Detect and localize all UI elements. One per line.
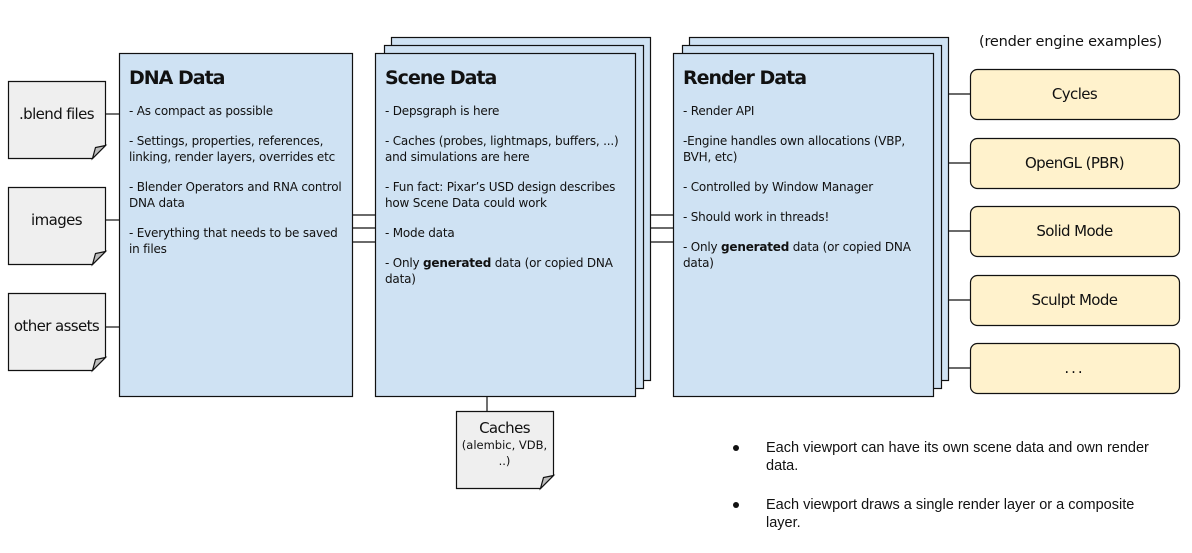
dna-item: - Everything that needs to be saved in f… — [129, 226, 338, 256]
dna-item: - Settings, properties, references, link… — [129, 134, 335, 164]
notes-list: Each viewport can have its own scene dat… — [730, 439, 1150, 553]
note-item: Each viewport draws a single render laye… — [730, 496, 1150, 532]
render-item: -Engine handles own allocations (VBP, BV… — [683, 134, 905, 164]
dna-item: - As compact as possible — [129, 104, 273, 118]
render-title: Render Data — [683, 67, 807, 89]
scene-item: - Caches (probes, lightmaps, buffers, ..… — [385, 134, 619, 164]
note-text: Each viewport draws a single render laye… — [766, 497, 1135, 531]
caches-document: Caches (alembic, VDB, ..) — [456, 419, 553, 469]
caches-subtitle: (alembic, VDB, ..) — [461, 438, 548, 468]
input-images: images — [31, 211, 83, 229]
bold-text: generated — [721, 240, 790, 254]
input-other-assets: other assets — [13, 317, 100, 335]
engine-cycles: Cycles — [1051, 85, 1098, 103]
dna-data-panel: DNA Data - As compact as possible - Sett… — [119, 57, 352, 281]
text: - Only — [385, 256, 424, 270]
engine-more: ... — [1064, 359, 1085, 377]
text: - Only — [683, 240, 722, 254]
render-item: - Render API — [683, 104, 755, 118]
engine-solid-mode: Solid Mode — [1036, 222, 1113, 240]
render-data-panel: Render Data - Render API -Engine handles… — [673, 57, 933, 295]
scene-item-generated: - Only generated data (or copied DNA dat… — [385, 255, 625, 287]
caches-title: Caches — [479, 419, 530, 437]
note-text: Each viewport can have its own scene dat… — [766, 440, 1149, 474]
bullet-icon — [733, 445, 739, 451]
scene-data-panel: Scene Data - Depsgraph is here - Caches … — [375, 57, 635, 311]
scene-title: Scene Data — [385, 67, 497, 89]
render-item: - Should work in threads! — [683, 210, 830, 224]
scene-item: - Fun fact: Pixar’s USD design describes… — [385, 180, 616, 210]
engine-sculpt-mode: Sculpt Mode — [1031, 291, 1118, 309]
engine-opengl: OpenGL (PBR) — [1024, 154, 1125, 172]
note-item: Each viewport can have its own scene dat… — [730, 439, 1150, 475]
scene-item: - Mode data — [385, 226, 455, 240]
input-blend-files: .blend files — [19, 105, 95, 123]
dna-title: DNA Data — [129, 67, 226, 89]
bold-text: generated — [423, 256, 492, 270]
engines-caption: (render engine examples) — [979, 34, 1162, 50]
render-item: - Controlled by Window Manager — [683, 180, 873, 194]
render-item-generated: - Only generated data (or copied DNA dat… — [683, 239, 923, 271]
bullet-icon — [733, 502, 739, 508]
dna-item: - Blender Operators and RNA control DNA … — [129, 180, 342, 210]
scene-item: - Depsgraph is here — [385, 104, 500, 118]
